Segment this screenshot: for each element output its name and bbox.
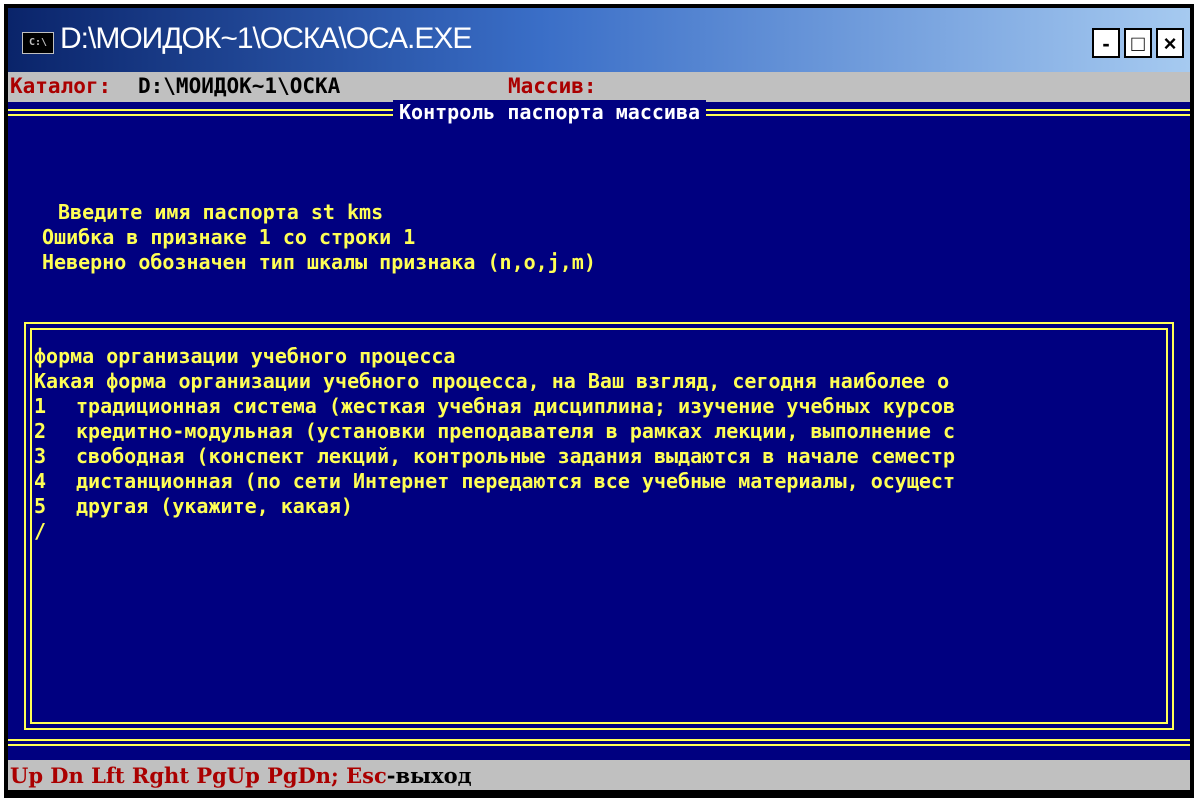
option-text: традиционная система (жесткая учебная ди… [76, 394, 955, 418]
prompt-line: Введите имя паспорта st kms [58, 200, 384, 224]
option-row: 2 кредитно-модульная (установки преподава… [34, 419, 955, 443]
info-bar: Каталог: D:\МОИДОК~1\ОСКА Массив: [8, 72, 1190, 102]
array-label: Массив: [508, 74, 597, 98]
option-text: другая (укажите, какая) [76, 494, 353, 518]
option-row: 1 традиционная система (жесткая учебная д… [34, 394, 955, 418]
page-title: Контроль паспорта массива [393, 100, 707, 124]
error-line: Ошибка в признаке 1 со строки 1 [42, 225, 416, 249]
maximize-button[interactable]: □ [1124, 28, 1152, 58]
option-number: 5 [34, 494, 47, 518]
option-text: свободная (конспект лекций, контрольные … [76, 444, 955, 468]
option-text: кредитно-модульная (установки преподават… [76, 419, 955, 443]
option-row: 4 дистанционная (по сети Интернет передаю… [34, 469, 955, 493]
console-screen: Каталог: D:\МОИДОК~1\ОСКА Массив: Контро… [8, 72, 1190, 790]
footer-divider [8, 739, 1190, 746]
option-row: 5 другая (укажите, какая) [34, 494, 353, 518]
record-title: форма организации учебного процесса [34, 344, 456, 368]
option-number: 3 [34, 444, 47, 468]
option-text: дистанционная (по сети Интернет передают… [76, 469, 955, 493]
close-button[interactable]: × [1156, 28, 1184, 58]
catalog-value: D:\МОИДОК~1\ОСКА [138, 74, 341, 98]
option-number: 2 [34, 419, 47, 443]
error-detail-line: Неверно обозначен тип шкалы признака (n,… [42, 250, 596, 274]
minimize-button[interactable]: - [1092, 28, 1120, 58]
title-bar[interactable]: C:\ D:\МОИДОК~1\ОСКА\ОСА.EXE - □ × [8, 8, 1190, 72]
option-number: 4 [34, 469, 47, 493]
record-question: Какая форма организации учебного процесс… [34, 369, 950, 393]
window-title: D:\МОИДОК~1\ОСКА\ОСА.EXE [60, 22, 472, 55]
catalog-label: Каталог: [10, 74, 112, 98]
status-exit: -выход [386, 763, 472, 788]
console-icon[interactable]: C:\ [22, 32, 54, 54]
status-keys: Up Dn Lft Rght PgUp PgDn; Esc [10, 763, 387, 788]
status-text: Up Dn Lft Rght PgUp PgDn; Esc-выход [10, 763, 472, 788]
option-row: 3 свободная (конспект лекций, контрольные… [34, 444, 955, 468]
option-number: 1 [34, 394, 47, 418]
record-panel-inner: форма организации учебного процесса Кака… [30, 328, 1168, 724]
status-bar: Up Dn Lft Rght PgUp PgDn; Esc-выход [8, 760, 1190, 790]
end-marker: / [34, 519, 47, 543]
record-panel: форма организации учебного процесса Кака… [24, 322, 1174, 730]
